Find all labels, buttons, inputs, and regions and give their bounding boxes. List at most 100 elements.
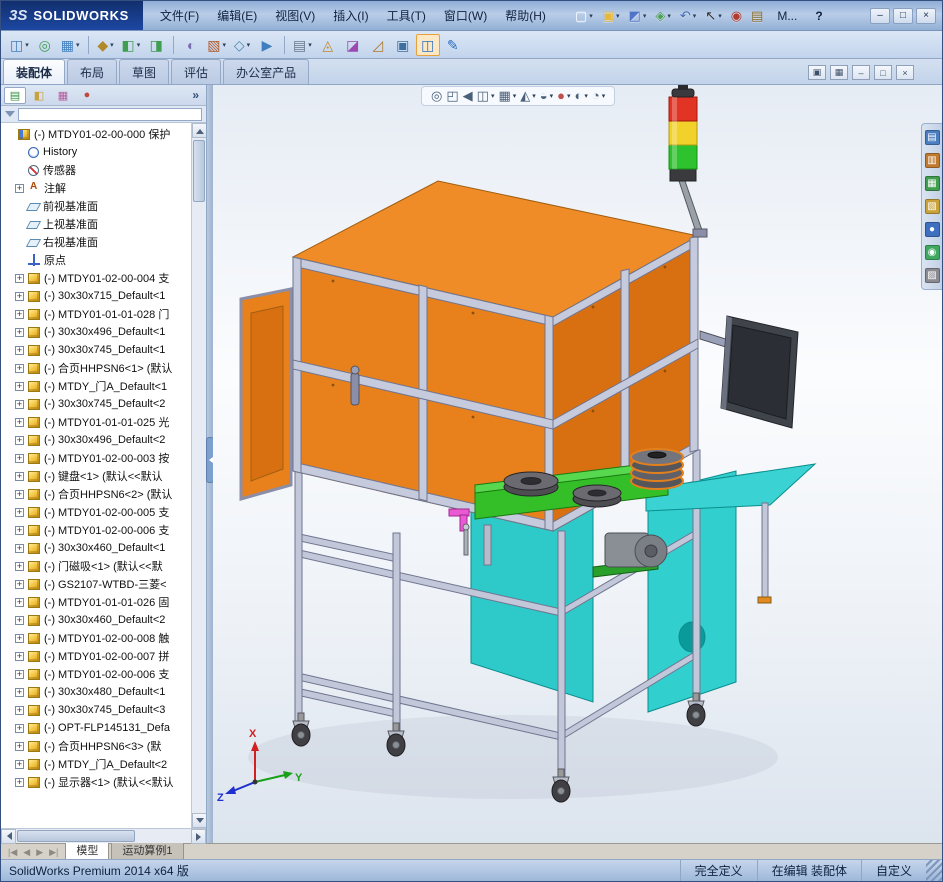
insert-components-button[interactable]: ◫ ▾ xyxy=(7,34,32,56)
restore-document-button[interactable]: □ xyxy=(874,65,892,80)
expand-toggle[interactable]: + xyxy=(15,471,24,481)
menu-item[interactable]: 插入(I) xyxy=(324,3,377,28)
command-tab[interactable]: 评估 xyxy=(171,59,222,84)
mass-properties-button[interactable]: ▣ xyxy=(391,34,415,56)
tree-item[interactable]: + (-) GS2107-WTBD-三菱< xyxy=(1,575,191,593)
new-motion-study-button[interactable]: ▶ xyxy=(255,34,279,56)
tree-horizontal-scrollbar[interactable] xyxy=(1,828,206,844)
expand-toggle[interactable]: + xyxy=(15,417,24,427)
custom-properties-button[interactable]: ◉ xyxy=(924,245,940,260)
tree-item[interactable]: + (-) MTDY01-02-00-003 按 xyxy=(1,449,191,467)
expand-toggle[interactable]: + xyxy=(15,327,24,337)
filter-input[interactable] xyxy=(18,107,202,121)
tree-item[interactable]: + (-) 30x30x745_Default<3 xyxy=(1,701,191,719)
mate-button[interactable]: ◎ xyxy=(33,34,57,56)
tree-item[interactable]: 传感器 xyxy=(1,161,191,179)
tree-item[interactable]: (-) MTDY01-02-00-000 保护 xyxy=(1,125,191,143)
tree-item[interactable]: + (-) MTDY_门A_Default<2 xyxy=(1,755,191,773)
expand-toggle[interactable]: + xyxy=(15,615,24,625)
maximize-button[interactable]: □ xyxy=(893,7,913,24)
tree-item[interactable]: + (-) 30x30x460_Default<2 xyxy=(1,611,191,629)
tree-item[interactable]: + (-) 30x30x715_Default<1 xyxy=(1,287,191,305)
menu-item[interactable]: 文件(F) xyxy=(151,3,208,28)
document-recovery-button[interactable]: ▨ xyxy=(924,268,940,283)
bill-of-materials-button[interactable]: ▤ ▾ xyxy=(290,34,315,56)
tree-item[interactable]: + (-) MTDY01-02-00-004 支 xyxy=(1,269,191,287)
tree-item[interactable]: + (-) 合页HHPSN6<2> (默认 xyxy=(1,485,191,503)
tab-nav-button[interactable]: |◀ xyxy=(6,847,19,858)
expand-toggle[interactable]: + xyxy=(15,399,24,409)
tree-item[interactable]: + (-) MTDY01-02-00-006 支 xyxy=(1,521,191,539)
configurationmanager-tab[interactable]: ▦ xyxy=(52,87,74,104)
tile-windows-button[interactable]: ▣ xyxy=(808,65,826,80)
expand-toggle[interactable]: + xyxy=(15,723,24,733)
menu-item[interactable]: 视图(V) xyxy=(266,3,324,28)
appearances-scenes-button[interactable]: ● xyxy=(924,222,940,237)
tree-item[interactable]: + 注解 xyxy=(1,179,191,197)
rebuild-button[interactable]: ◉ xyxy=(727,6,746,25)
expand-toggle[interactable]: + xyxy=(15,309,24,319)
exploded-view-button[interactable]: ◬ xyxy=(316,34,340,56)
expand-toggle[interactable]: + xyxy=(15,543,24,553)
expand-toggle[interactable]: + xyxy=(15,273,24,283)
expand-toggle[interactable]: + xyxy=(15,579,24,589)
view-palette-button[interactable]: ▧ xyxy=(924,199,940,214)
menu-item[interactable]: 窗口(W) xyxy=(435,3,496,28)
section-view-button[interactable]: ◫ xyxy=(415,33,440,56)
scroll-thumb[interactable] xyxy=(193,140,205,202)
scroll-up-button[interactable] xyxy=(192,123,206,138)
tree-item[interactable]: + (-) OPT-FLP145131_Defa xyxy=(1,719,191,737)
interference-detection-button[interactable]: ◪ xyxy=(341,34,365,56)
previous-view-button[interactable]: ◀ xyxy=(463,89,473,103)
expand-toggle[interactable]: + xyxy=(15,597,24,607)
apply-scene-button[interactable]: ◐ ▾ xyxy=(575,89,588,103)
scroll-down-button[interactable] xyxy=(192,813,206,828)
design-library-button[interactable]: ▥ xyxy=(924,153,940,168)
tree-item[interactable]: + (-) 键盘<1> (默认<<默认 xyxy=(1,467,191,485)
minimize-button[interactable]: – xyxy=(870,7,890,24)
command-tab[interactable]: 装配体 xyxy=(3,59,66,84)
file-explorer-button[interactable]: ▦ xyxy=(924,176,940,191)
select-button[interactable]: ↖ ▾ xyxy=(701,6,725,25)
save-document-button[interactable]: ◩ ▾ xyxy=(625,6,651,25)
command-tab[interactable]: 布局 xyxy=(67,59,118,84)
expand-toggle[interactable]: + xyxy=(15,561,24,571)
linear-component-pattern-button[interactable]: ▦ ▾ xyxy=(58,34,83,56)
tree-item[interactable]: + (-) 30x30x496_Default<2 xyxy=(1,431,191,449)
search-shortcut[interactable]: M... xyxy=(777,9,797,23)
expand-toggle[interactable]: + xyxy=(15,183,24,193)
expand-toggle[interactable]: + xyxy=(15,759,24,769)
sketch-button[interactable]: ✎ xyxy=(441,34,465,56)
open-document-button[interactable]: ▣ ▾ xyxy=(598,6,624,25)
featuremanager-tab[interactable]: ▤ xyxy=(4,86,26,104)
menu-item[interactable]: 编辑(E) xyxy=(208,3,266,28)
tree-item[interactable]: + (-) MTDY01-02-00-007 拼 xyxy=(1,647,191,665)
expand-toggle[interactable]: + xyxy=(15,381,24,391)
tree-item[interactable]: 右视基准面 xyxy=(1,233,191,251)
tree-item[interactable]: History xyxy=(1,143,191,161)
expand-toggle[interactable]: + xyxy=(15,651,24,661)
displaymanager-tab[interactable]: ● xyxy=(76,87,98,104)
tree-item[interactable]: + (-) 30x30x480_Default<1 xyxy=(1,683,191,701)
new-document-button[interactable]: ▢ ▾ xyxy=(571,6,597,25)
minimize-document-button[interactable]: – xyxy=(852,65,870,80)
status-segment[interactable]: 完全定义 xyxy=(679,860,757,881)
rotate-component-button[interactable]: ◨ xyxy=(144,34,168,56)
expand-toggle[interactable]: + xyxy=(15,741,24,751)
menu-item[interactable]: 工具(T) xyxy=(378,3,435,28)
expand-toggle[interactable]: + xyxy=(15,489,24,499)
resize-grip[interactable] xyxy=(926,860,942,881)
tree-item[interactable]: + (-) MTDY01-02-00-008 触 xyxy=(1,629,191,647)
expand-toggle[interactable]: + xyxy=(15,291,24,301)
propertymanager-tab[interactable]: ◧ xyxy=(28,87,50,104)
command-tab[interactable]: 办公室产品 xyxy=(223,59,310,84)
tree-item[interactable]: + (-) MTDY01-02-00-006 支 xyxy=(1,665,191,683)
tree-item[interactable]: + (-) 30x30x745_Default<2 xyxy=(1,395,191,413)
tree-item[interactable]: + (-) 合页HHPSN6<3> (默 xyxy=(1,737,191,755)
expand-toggle[interactable]: + xyxy=(15,345,24,355)
tree-item[interactable]: + (-) MTDY01-02-00-005 支 xyxy=(1,503,191,521)
tree-item[interactable]: + (-) 显示器<1> (默认<<默认 xyxy=(1,773,191,791)
tree-item[interactable]: + (-) 门磁吸<1> (默认<<默 xyxy=(1,557,191,575)
undo-button[interactable]: ↶ ▾ xyxy=(676,6,700,25)
expand-toggle[interactable]: + xyxy=(15,453,24,463)
